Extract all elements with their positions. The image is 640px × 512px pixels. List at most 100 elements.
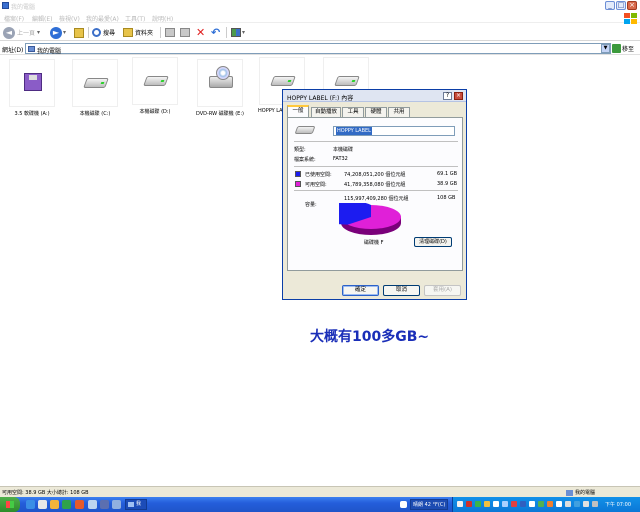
ok-button[interactable]: 確定 (342, 285, 379, 296)
windows-logo-icon (622, 12, 638, 24)
tab-autoplay[interactable]: 自動播放 (311, 107, 341, 117)
address-bar: 網址(D) 我的電腦 ▼ 移至 (0, 42, 640, 55)
back-arrow-icon: ◄ (3, 26, 15, 39)
tray-icon[interactable] (529, 501, 535, 507)
firefox-icon[interactable] (75, 500, 84, 509)
tray-icon[interactable] (574, 501, 580, 507)
properties-dialog: HOPPY LABEL (F:) 內容 ? × 一般 自動播放 工具 硬體 共用… (282, 89, 467, 300)
cancel-button[interactable]: 取消 (383, 285, 420, 296)
floppy-drive-icon (24, 73, 42, 91)
free-label: 可用空間: (305, 182, 327, 188)
menu-view[interactable]: 檢視(V) (59, 14, 80, 23)
undo-icon: ↶ (211, 26, 221, 39)
computer-icon (2, 2, 9, 9)
up-folder-button[interactable] (74, 26, 84, 39)
used-label: 已使用空間: (305, 172, 332, 178)
keyboard-icon[interactable] (400, 501, 407, 508)
drive-item-a[interactable]: 3.5 軟碟機 (A:) (4, 59, 60, 117)
menu-edit[interactable]: 編輯(E) (32, 14, 52, 23)
drive-item-e[interactable]: DVD-RW 磁碟機 (E:) (192, 59, 248, 117)
tray-icon[interactable] (502, 501, 508, 507)
system-tray: 下午 07:00 (452, 497, 640, 512)
forward-arrow-icon: ► (50, 26, 62, 39)
weather-widget[interactable]: 晴朗 42 °F(C) (410, 499, 448, 510)
address-input[interactable]: 我的電腦 (25, 43, 611, 55)
minimize-button[interactable]: _ (605, 1, 615, 10)
general-panel: HOPPY LABEL 類型: 本機磁碟 檔案系統: FAT32 已使用空間: … (287, 117, 463, 271)
menu-tools[interactable]: 工具(T) (125, 14, 145, 23)
tray-icon[interactable] (475, 501, 481, 507)
app-icon[interactable] (100, 500, 109, 509)
go-button[interactable]: 移至 (612, 43, 634, 54)
network-icon[interactable] (592, 501, 598, 507)
free-color-swatch (295, 181, 301, 187)
tray-icon[interactable] (565, 501, 571, 507)
volume-name-value: HOPPY LABEL (336, 127, 372, 135)
status-left: 可用空間: 38.9 GB 大小總計: 108 GB (2, 490, 89, 496)
undo-button[interactable]: ↶ (211, 26, 220, 39)
dialog-close-button[interactable]: × (454, 92, 463, 100)
search-icon (92, 28, 101, 37)
tray-icon[interactable] (484, 501, 490, 507)
copy-to-button[interactable] (180, 26, 190, 39)
used-color-swatch (295, 171, 301, 177)
tab-general[interactable]: 一般 (287, 105, 309, 117)
desktop-icon[interactable] (38, 500, 47, 509)
menu-favorites[interactable]: 我的最愛(A) (86, 14, 119, 23)
apply-button[interactable]: 套用(A) (424, 285, 461, 296)
views-button[interactable]: ▾ (231, 26, 245, 39)
search-button[interactable]: 搜尋 (92, 26, 115, 39)
address-label: 網址(D) (2, 47, 24, 54)
ie-icon[interactable] (26, 500, 35, 509)
dialog-title: HOPPY LABEL (F:) 內容 (287, 95, 354, 102)
caption-text: 大概有100多GB~ (310, 329, 430, 345)
move-to-button[interactable] (165, 26, 175, 39)
hard-drive-icon (83, 78, 109, 88)
go-arrow-icon (612, 44, 621, 53)
tray-icon[interactable] (538, 501, 544, 507)
drive-item-d[interactable]: 本機磁碟 (D:) (127, 57, 183, 115)
fs-value: FAT32 (333, 156, 348, 162)
back-button[interactable]: ◄ 上一頁 ▾ (3, 26, 40, 39)
close-button[interactable]: × (627, 1, 637, 10)
chevron-down-icon: ▾ (63, 29, 67, 36)
start-button[interactable] (0, 497, 20, 512)
tray-icon[interactable] (556, 501, 562, 507)
quicklaunch-icon[interactable] (62, 500, 71, 509)
taskbar-task[interactable]: 我 (125, 499, 147, 510)
media-icon[interactable] (50, 500, 59, 509)
explorer-icon[interactable] (88, 500, 97, 509)
tab-sharing[interactable]: 共用 (388, 107, 410, 117)
tray-icon[interactable] (457, 501, 463, 507)
menu-help[interactable]: 說明(H) (152, 14, 173, 23)
computer-icon (566, 489, 573, 496)
tray-icon[interactable] (520, 501, 526, 507)
menu-file[interactable]: 檔案(F) (4, 14, 24, 23)
drive-item-c[interactable]: 本機磁碟 (C:) (67, 59, 123, 117)
volume-name-input[interactable]: HOPPY LABEL (333, 126, 455, 136)
delete-button[interactable]: ✕ (196, 26, 205, 39)
tab-tools[interactable]: 工具 (342, 107, 364, 117)
tray-icon[interactable] (547, 501, 553, 507)
chevron-down-icon: ▾ (242, 29, 246, 36)
app-icon[interactable] (112, 500, 121, 509)
type-label: 類型: (294, 147, 306, 153)
drive-letter-label: 磁碟機 F (364, 240, 384, 246)
disk-cleanup-button[interactable]: 清理磁碟(D) (414, 237, 452, 247)
maximize-button[interactable]: □ (616, 1, 626, 10)
tray-icon[interactable] (466, 501, 472, 507)
chevron-down-icon: ▾ (37, 29, 41, 36)
tab-hardware[interactable]: 硬體 (365, 107, 387, 117)
volume-icon[interactable] (583, 501, 589, 507)
tray-icon[interactable] (493, 501, 499, 507)
forward-button[interactable]: ► ▾ (50, 26, 66, 39)
status-bar: 可用空間: 38.9 GB 大小總計: 108 GB 我的電腦 (0, 486, 640, 497)
used-bytes: 74,208,051,200 個位元組 (344, 172, 406, 178)
folders-button[interactable]: 資料夾 (123, 26, 153, 39)
tray-icon[interactable] (511, 501, 517, 507)
help-button[interactable]: ? (443, 92, 452, 100)
address-dropdown-button[interactable]: ▼ (601, 44, 610, 53)
address-value: 我的電腦 (37, 48, 62, 55)
clock: 下午 07:00 (605, 502, 631, 508)
usage-pie-chart (339, 203, 401, 235)
